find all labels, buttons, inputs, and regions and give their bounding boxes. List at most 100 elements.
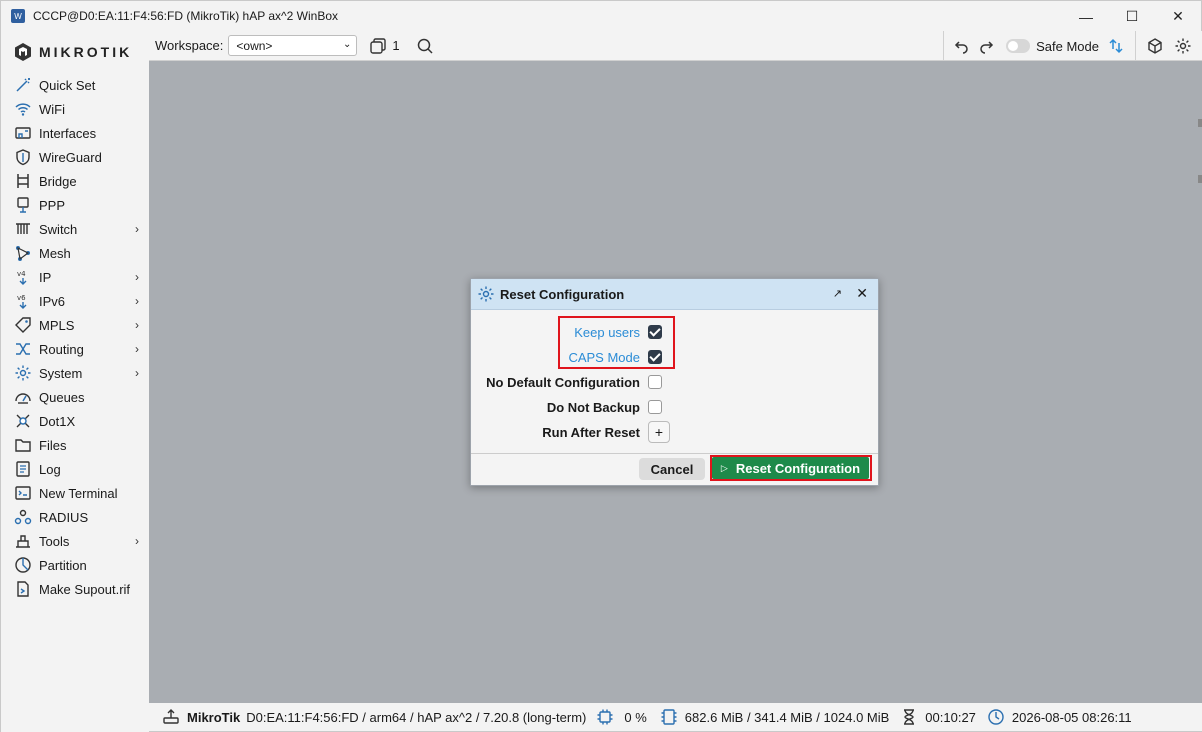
safe-mode-label: Safe Mode <box>1036 38 1099 54</box>
do-not-backup-row: Do Not Backup <box>471 396 640 418</box>
minimize-button[interactable]: — <box>1063 1 1109 32</box>
switch-icon <box>13 219 33 239</box>
window-controls: — ☐ ✕ <box>1063 1 1201 32</box>
router-icon <box>161 707 181 727</box>
keep-users-row: Keep users <box>471 321 640 343</box>
terminal-icon <box>13 483 33 503</box>
ipv6-icon: v6 <box>13 291 33 311</box>
search-icon[interactable] <box>414 35 436 57</box>
cpu-icon <box>595 707 615 727</box>
wifi-icon <box>13 99 33 119</box>
sidebar-item-radius[interactable]: RADIUS <box>1 505 149 529</box>
sidebar-item-routing[interactable]: Routing › <box>1 337 149 361</box>
maximize-button[interactable]: ☐ <box>1109 1 1155 32</box>
sidebar-item-label: Log <box>39 461 61 477</box>
sidebar-nav: Quick Set WiFi Interfaces WireGuard Bridge PP… <box>1 73 149 601</box>
sidebar-item-files[interactable]: Files <box>1 433 149 457</box>
sidebar-item-label: Quick Set <box>39 77 96 93</box>
sidebar-item-switch[interactable]: Switch › <box>1 217 149 241</box>
sidebar-item-interfaces[interactable]: Interfaces <box>1 121 149 145</box>
sidebar-item-label: WiFi <box>39 101 65 117</box>
keep-users-checkbox[interactable] <box>648 325 662 339</box>
expand-icon[interactable]: ↗ <box>833 287 842 300</box>
sidebar-item-ip[interactable]: v4 IP › <box>1 265 149 289</box>
settings-gear-icon[interactable] <box>1172 35 1194 57</box>
redo-icon[interactable] <box>976 35 998 57</box>
wand-icon <box>13 75 33 95</box>
sidebar-item-system[interactable]: System › <box>1 361 149 385</box>
chevron-right-icon: › <box>135 222 139 236</box>
dialog-header[interactable]: Reset Configuration ↗ ✕ <box>471 279 878 310</box>
undo-icon[interactable] <box>950 35 972 57</box>
sidebar-item-label: Routing <box>39 341 84 357</box>
workspace-select[interactable]: <own> ⌄ <box>228 35 358 56</box>
sidebar-item-wifi[interactable]: WiFi <box>1 97 149 121</box>
title-bar: W CCCP@D0:EA:11:F4:56:FD (MikroTik) hAP … <box>0 0 1202 31</box>
close-icon[interactable]: ✕ <box>856 285 868 302</box>
tools-icon <box>13 531 33 551</box>
memory-usage: 682.6 MiB / 341.4 MiB / 1024.0 MiB <box>684 709 890 725</box>
keep-users-label: Keep users <box>574 324 640 340</box>
sidebar-item-mesh[interactable]: Mesh <box>1 241 149 265</box>
datetime: 2026-08-05 08:26:11 <box>1011 709 1132 725</box>
memory-icon <box>659 707 679 727</box>
no-default-configuration-row: No Default Configuration <box>471 371 640 393</box>
reset-configuration-dialog: Reset Configuration ↗ ✕ Keep users CAPS … <box>470 278 879 486</box>
sidebar-item-label: IPv6 <box>39 293 66 309</box>
toolbar-divider <box>1135 31 1136 61</box>
sidebar-item-ppp[interactable]: PPP <box>1 193 149 217</box>
shield-icon <box>13 147 33 167</box>
close-window-button[interactable]: ✕ <box>1155 1 1201 32</box>
safe-mode-toggle[interactable] <box>1006 39 1031 53</box>
radius-icon <box>13 507 33 527</box>
log-icon <box>13 459 33 479</box>
run-after-reset-row: Run After Reset <box>471 421 640 443</box>
sidebar-item-label: Interfaces <box>39 125 97 141</box>
gear-icon <box>13 363 33 383</box>
workspace-select-value: <own> <box>236 38 273 53</box>
svg-text:v6: v6 <box>17 294 26 302</box>
no-default-configuration-checkbox[interactable] <box>648 375 662 389</box>
sidebar-item-wireguard[interactable]: WireGuard <box>1 145 149 169</box>
ipv4-icon: v4 <box>13 267 33 287</box>
sidebar-item-label: MPLS <box>39 317 75 333</box>
add-cube-icon[interactable] <box>1144 35 1166 57</box>
gauge-icon <box>13 387 33 407</box>
sidebar: MIKROTIK Quick Set WiFi Interfaces WireGuar… <box>0 31 149 732</box>
sidebar-item-partition[interactable]: Partition <box>1 553 149 577</box>
workspace-scroll-marker <box>1198 175 1202 183</box>
supout-icon <box>13 579 33 599</box>
sidebar-item-new-terminal[interactable]: New Terminal <box>1 481 149 505</box>
sidebar-item-ipv6[interactable]: v6 IPv6 › <box>1 289 149 313</box>
chevron-right-icon: › <box>135 270 139 284</box>
sidebar-item-make-supout-rif[interactable]: Make Supout.rif <box>1 577 149 601</box>
add-script-button[interactable]: + <box>648 421 670 443</box>
sidebar-item-tools[interactable]: Tools › <box>1 529 149 553</box>
cancel-button[interactable]: Cancel <box>639 458 705 480</box>
sidebar-item-label: Queues <box>39 389 85 405</box>
reset-configuration-button[interactable]: ▷ Reset Configuration <box>712 457 869 479</box>
chevron-right-icon: › <box>135 294 139 308</box>
sidebar-item-label: Make Supout.rif <box>39 581 131 597</box>
toolbar-right: Safe Mode <box>943 31 1202 61</box>
folder-icon <box>13 435 33 455</box>
sidebar-item-bridge[interactable]: Bridge <box>1 169 149 193</box>
device-info: D0:EA:11:F4:56:FD / arm64 / hAP ax^2 / 7… <box>246 709 587 725</box>
chevron-right-icon: › <box>135 534 139 548</box>
sidebar-item-label: WireGuard <box>39 149 102 165</box>
windows-icon[interactable] <box>367 35 389 57</box>
sidebar-item-dot1x[interactable]: Dot1X <box>1 409 149 433</box>
do-not-backup-checkbox[interactable] <box>648 400 662 414</box>
interfaces-icon <box>13 123 33 143</box>
caps-mode-label: CAPS Mode <box>568 349 640 365</box>
play-icon: ▷ <box>720 462 728 473</box>
gear-icon <box>478 286 494 302</box>
sidebar-item-mpls[interactable]: MPLS › <box>1 313 149 337</box>
safe-mode-icon[interactable] <box>1105 35 1127 57</box>
sidebar-item-quick-set[interactable]: Quick Set <box>1 73 149 97</box>
sidebar-item-log[interactable]: Log <box>1 457 149 481</box>
mesh-icon <box>13 243 33 263</box>
sidebar-item-queues[interactable]: Queues <box>1 385 149 409</box>
caps-mode-checkbox[interactable] <box>648 350 662 364</box>
sidebar-item-label: Tools <box>39 533 70 549</box>
